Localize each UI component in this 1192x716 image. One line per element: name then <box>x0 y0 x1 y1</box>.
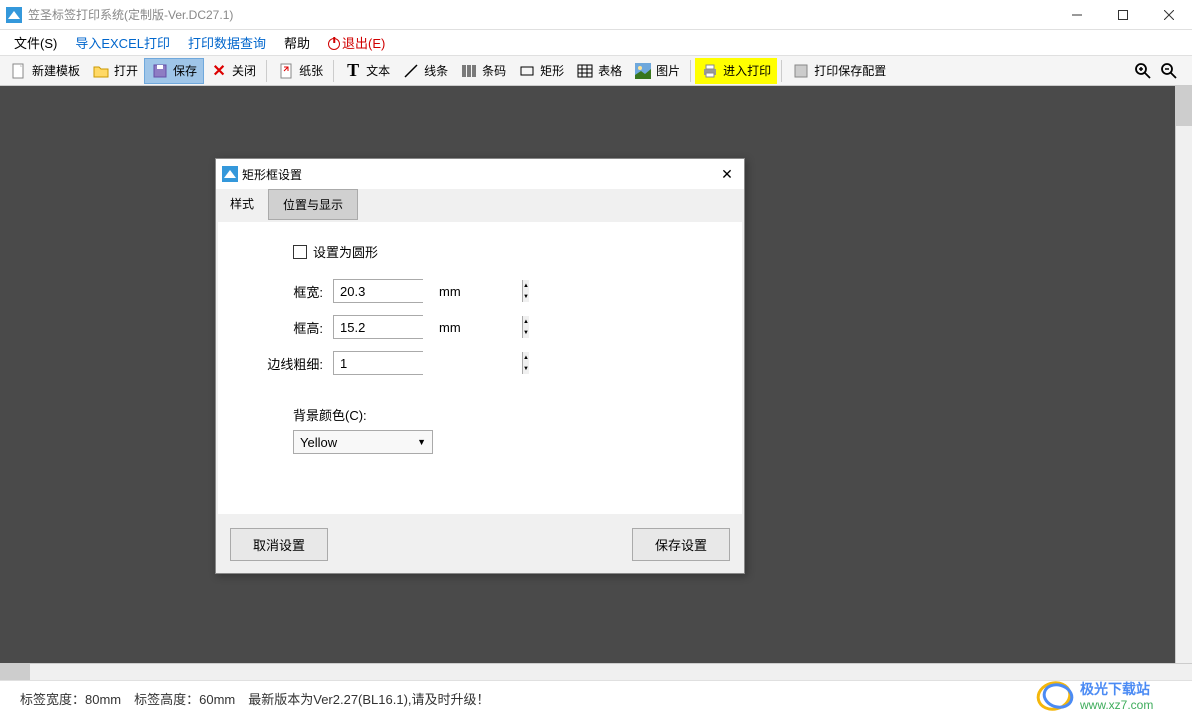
print-button[interactable]: 进入打印 <box>695 58 777 84</box>
svg-text:www.xz7.com: www.xz7.com <box>1079 698 1153 712</box>
border-label: 边线粗细: <box>258 354 323 373</box>
separator <box>266 60 267 82</box>
spin-down[interactable]: ▼ <box>523 363 529 374</box>
new-template-button[interactable]: 新建模板 <box>4 58 86 84</box>
scrollbar-thumb[interactable] <box>1176 86 1192 126</box>
width-unit: mm <box>439 284 461 299</box>
barcode-button[interactable]: 条码 <box>454 58 512 84</box>
cancel-button[interactable]: 取消设置 <box>230 528 328 561</box>
titlebar: 笠圣标签打印系统(定制版-Ver.DC27.1) <box>0 0 1192 30</box>
separator <box>333 60 334 82</box>
save-settings-button[interactable]: 保存设置 <box>632 528 730 561</box>
width-label: 框宽: <box>258 282 323 301</box>
save-button[interactable]: 保存 <box>144 58 204 84</box>
dialog-tabs: 样式 位置与显示 <box>216 189 744 220</box>
circle-checkbox-label: 设置为圆形 <box>313 242 378 261</box>
barcode-icon <box>460 62 478 80</box>
menubar: 文件(S) 导入EXCEL打印 打印数据查询 帮助 退出(E) <box>0 30 1192 56</box>
menu-help[interactable]: 帮助 <box>284 33 310 52</box>
document-icon <box>10 62 28 80</box>
scrollbar-thumb[interactable] <box>0 664 30 680</box>
menu-query[interactable]: 打印数据查询 <box>188 33 266 52</box>
zoom-in-button[interactable] <box>1132 60 1154 82</box>
dialog-titlebar[interactable]: 矩形框设置 ✕ <box>216 159 744 189</box>
horizontal-scrollbar[interactable] <box>0 663 1192 680</box>
statusbar: 标签宽度：80mm 标签高度：60mm 最新版本为Ver2.27(BL16.1)… <box>0 680 1192 716</box>
minimize-button[interactable] <box>1054 0 1100 30</box>
chevron-down-icon: ▼ <box>417 437 426 447</box>
height-input[interactable] <box>334 316 522 338</box>
printer-icon <box>701 62 719 80</box>
zoom-out-button[interactable] <box>1158 60 1180 82</box>
menu-file[interactable]: 文件(S) <box>14 33 57 52</box>
border-spinner[interactable]: ▲▼ <box>333 351 423 375</box>
paper-button[interactable]: 纸张 <box>271 58 329 84</box>
menu-exit[interactable]: 退出(E) <box>328 33 385 52</box>
height-spinner[interactable]: ▲▼ <box>333 315 423 339</box>
app-icon <box>6 7 22 23</box>
window-title: 笠圣标签打印系统(定制版-Ver.DC27.1) <box>28 6 1054 23</box>
open-button[interactable]: 打开 <box>86 58 144 84</box>
rect-button[interactable]: 矩形 <box>512 58 570 84</box>
line-button[interactable]: 线条 <box>396 58 454 84</box>
folder-icon <box>92 62 110 80</box>
table-button[interactable]: 表格 <box>570 58 628 84</box>
save-config-button[interactable]: 打印保存配置 <box>786 58 892 84</box>
height-unit: mm <box>439 320 461 335</box>
spin-up[interactable]: ▲ <box>523 316 529 327</box>
toolbar: 新建模板 打开 保存 ✕关闭 纸张 T文本 线条 条码 矩形 表格 图片 进入打… <box>0 56 1192 86</box>
tab-style[interactable]: 样式 <box>216 189 268 220</box>
menu-excel[interactable]: 导入EXCEL打印 <box>75 33 170 52</box>
bg-color-combo[interactable]: Yellow ▼ <box>293 430 433 454</box>
close-file-button[interactable]: ✕关闭 <box>204 58 262 84</box>
maximize-button[interactable] <box>1100 0 1146 30</box>
save-icon <box>151 62 169 80</box>
x-icon: ✕ <box>210 62 228 80</box>
tab-position[interactable]: 位置与显示 <box>268 189 358 220</box>
vertical-scrollbar[interactable] <box>1175 86 1192 663</box>
width-input[interactable] <box>334 280 522 302</box>
spin-up[interactable]: ▲ <box>523 280 529 291</box>
separator <box>781 60 782 82</box>
dialog-body: 设置为圆形 框宽: ▲▼ mm 框高: ▲▼ mm 边线粗细: ▲▼ 背景颜 <box>218 222 742 514</box>
dialog-close-button[interactable]: ✕ <box>716 163 738 185</box>
circle-checkbox-row: 设置为圆形 <box>293 242 702 261</box>
image-icon <box>634 62 652 80</box>
dialog-title: 矩形框设置 <box>242 166 716 183</box>
spin-down[interactable]: ▼ <box>523 327 529 338</box>
border-input[interactable] <box>334 352 522 374</box>
watermark-logo: 极光下载站 www.xz7.com <box>1032 678 1192 714</box>
circle-checkbox[interactable] <box>293 245 307 259</box>
status-text: 标签宽度：80mm 标签高度：60mm 最新版本为Ver2.27(BL16.1)… <box>20 689 490 708</box>
dialog-icon <box>222 166 238 182</box>
config-icon <box>792 62 810 80</box>
height-row: 框高: ▲▼ mm <box>258 315 702 339</box>
dialog-footer: 取消设置 保存设置 <box>216 516 744 573</box>
rect-settings-dialog: 矩形框设置 ✕ 样式 位置与显示 设置为圆形 框宽: ▲▼ mm 框高: ▲▼ … <box>215 158 745 574</box>
height-label: 框高: <box>258 318 323 337</box>
image-button[interactable]: 图片 <box>628 58 686 84</box>
border-row: 边线粗细: ▲▼ <box>258 351 702 375</box>
separator <box>690 60 691 82</box>
paper-icon <box>277 62 295 80</box>
power-icon <box>328 38 340 50</box>
text-icon: T <box>344 62 362 80</box>
width-row: 框宽: ▲▼ mm <box>258 279 702 303</box>
window-controls <box>1054 0 1192 30</box>
spin-up[interactable]: ▲ <box>523 352 529 363</box>
line-icon <box>402 62 420 80</box>
bg-color-label: 背景颜色(C): <box>293 405 702 424</box>
close-button[interactable] <box>1146 0 1192 30</box>
spin-down[interactable]: ▼ <box>523 291 529 302</box>
svg-text:极光下载站: 极光下载站 <box>1080 681 1150 697</box>
zoom-controls <box>1132 60 1188 82</box>
width-spinner[interactable]: ▲▼ <box>333 279 423 303</box>
table-icon <box>576 62 594 80</box>
text-button[interactable]: T文本 <box>338 58 396 84</box>
bg-color-value: Yellow <box>300 435 337 450</box>
rect-icon <box>518 62 536 80</box>
